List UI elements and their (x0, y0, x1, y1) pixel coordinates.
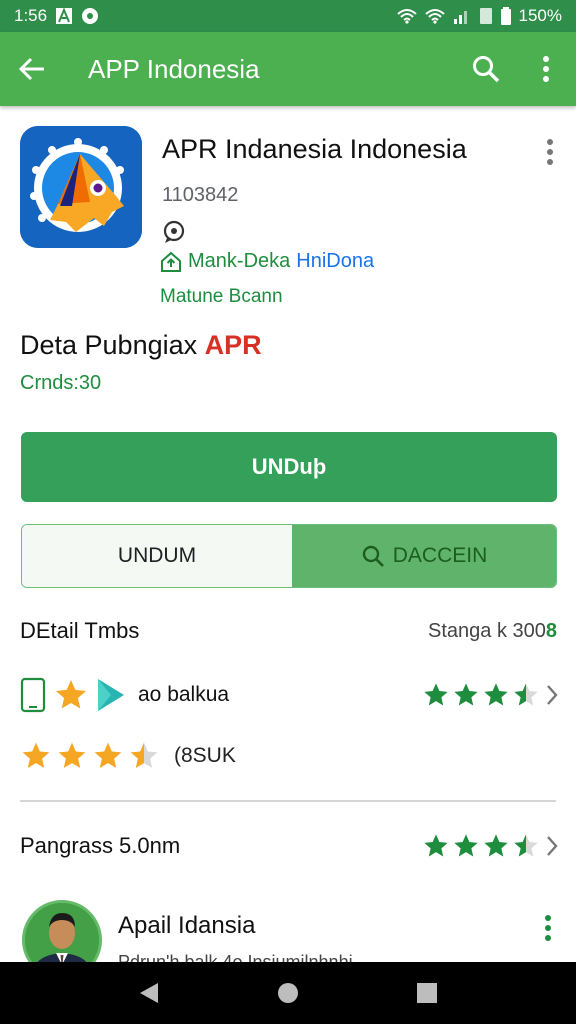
triangle-back-icon (140, 983, 159, 1003)
secondary-left-button[interactable]: UNDUM (22, 525, 292, 587)
progress-label: Pangrass 5.0nm (20, 833, 181, 858)
detail-row-1-label: ao balkua (138, 683, 230, 706)
detail-row-2: (8SUK (20, 740, 236, 772)
notification-a-icon (56, 7, 73, 24)
more-vert-icon (543, 56, 549, 82)
rating-star-icon (484, 834, 508, 857)
search-icon (362, 545, 384, 567)
nav-home-button[interactable] (268, 973, 308, 1013)
app-more-button[interactable] (534, 136, 566, 168)
chevron-right-icon (547, 685, 558, 705)
app-icon (20, 126, 142, 248)
detail-row-1[interactable]: ao balkua (20, 672, 560, 718)
developer-name-blue: HniDona (296, 250, 375, 272)
battery-icon (500, 7, 511, 25)
section-title-text: Deta Pubngiax (20, 330, 198, 360)
app-meta: Matune Bcann (160, 286, 283, 307)
battery-level: 150% (518, 6, 562, 25)
section-divider (20, 800, 556, 802)
developer-name-green: Mank-Deka (188, 250, 291, 272)
app-bar: APP Indonesia (0, 32, 576, 106)
arrow-back-icon (18, 57, 44, 81)
status-bar: 1:56 150% (0, 0, 576, 32)
navigation-bar (0, 962, 576, 1024)
rating-star-icon (514, 683, 538, 706)
app-logo-icon (20, 126, 142, 248)
play-icon (98, 679, 124, 711)
back-button[interactable] (0, 32, 64, 106)
rating-star-icon (94, 742, 122, 768)
app-bar-title: APP Indonesia (88, 53, 260, 84)
detail-row-1-rating (422, 681, 540, 709)
status-time: 1:56 (14, 6, 48, 25)
progress-rating (422, 832, 540, 860)
rating-star-icon (22, 742, 50, 768)
progress-row[interactable]: Pangrass 5.0nm (20, 826, 560, 866)
rating-star-icon (424, 834, 448, 857)
secondary-right-button[interactable]: DACCEIN (292, 525, 556, 587)
details-heading: DEtail Tmbs (20, 618, 140, 643)
secondary-right-label: DACCEIN (392, 544, 488, 567)
circle-home-icon (277, 983, 298, 1003)
rating-star-icon (514, 834, 538, 857)
rating-star-icon (130, 742, 158, 768)
rating-star-icon (454, 683, 478, 706)
count-text: Crnds:30 (20, 372, 102, 394)
chat-bubble-icon (163, 220, 185, 243)
overflow-menu-button[interactable] (516, 32, 576, 106)
rating-star-icon (58, 742, 86, 768)
square-recents-icon (416, 983, 437, 1003)
sim-icon (479, 8, 492, 24)
wifi-icon (396, 9, 417, 24)
section-title: Deta Pubngiax APR (20, 330, 262, 361)
split-button-group: UNDUM DACCEIN (21, 524, 557, 588)
search-button[interactable] (456, 32, 516, 106)
phone-icon (20, 677, 46, 713)
app-name: APR Indanesia Indonesia (162, 134, 467, 164)
chevron-right-icon (547, 836, 558, 856)
nav-back-button[interactable] (129, 973, 169, 1013)
detail-row-2-rating (20, 740, 160, 772)
home-upload-icon (161, 251, 181, 272)
wifi-icon-2 (424, 9, 445, 24)
signal-icon (453, 11, 467, 24)
notification-circle-icon (82, 8, 99, 24)
reviewer-card[interactable]: Apail Idansia Pdrun'h balk 4o Insiumilnh… (20, 898, 560, 980)
nav-recents-button[interactable] (407, 973, 447, 1013)
reviewer-more-button[interactable] (536, 914, 560, 942)
details-side: Stanga k 3008 (428, 620, 557, 643)
more-vert-icon (545, 915, 551, 941)
details-side-accent: 8 (545, 620, 557, 642)
rating-star-icon (454, 834, 478, 857)
star-icon (56, 680, 86, 709)
more-vert-icon (547, 139, 553, 165)
search-icon (473, 56, 500, 83)
developer-link[interactable]: Mank-Deka HniDona (160, 250, 374, 273)
rating-star-icon (484, 683, 508, 706)
detail-row-2-label: (8SUK (174, 744, 236, 767)
install-button[interactable]: UNDuþ (21, 432, 557, 502)
rating-star-icon (424, 683, 448, 706)
section-title-accent: APR (204, 330, 262, 360)
details-side-text: Stanga k 300 (428, 620, 546, 642)
app-id: 1103842 (162, 184, 239, 206)
reviewer-name: Apail Idansia (118, 912, 256, 939)
